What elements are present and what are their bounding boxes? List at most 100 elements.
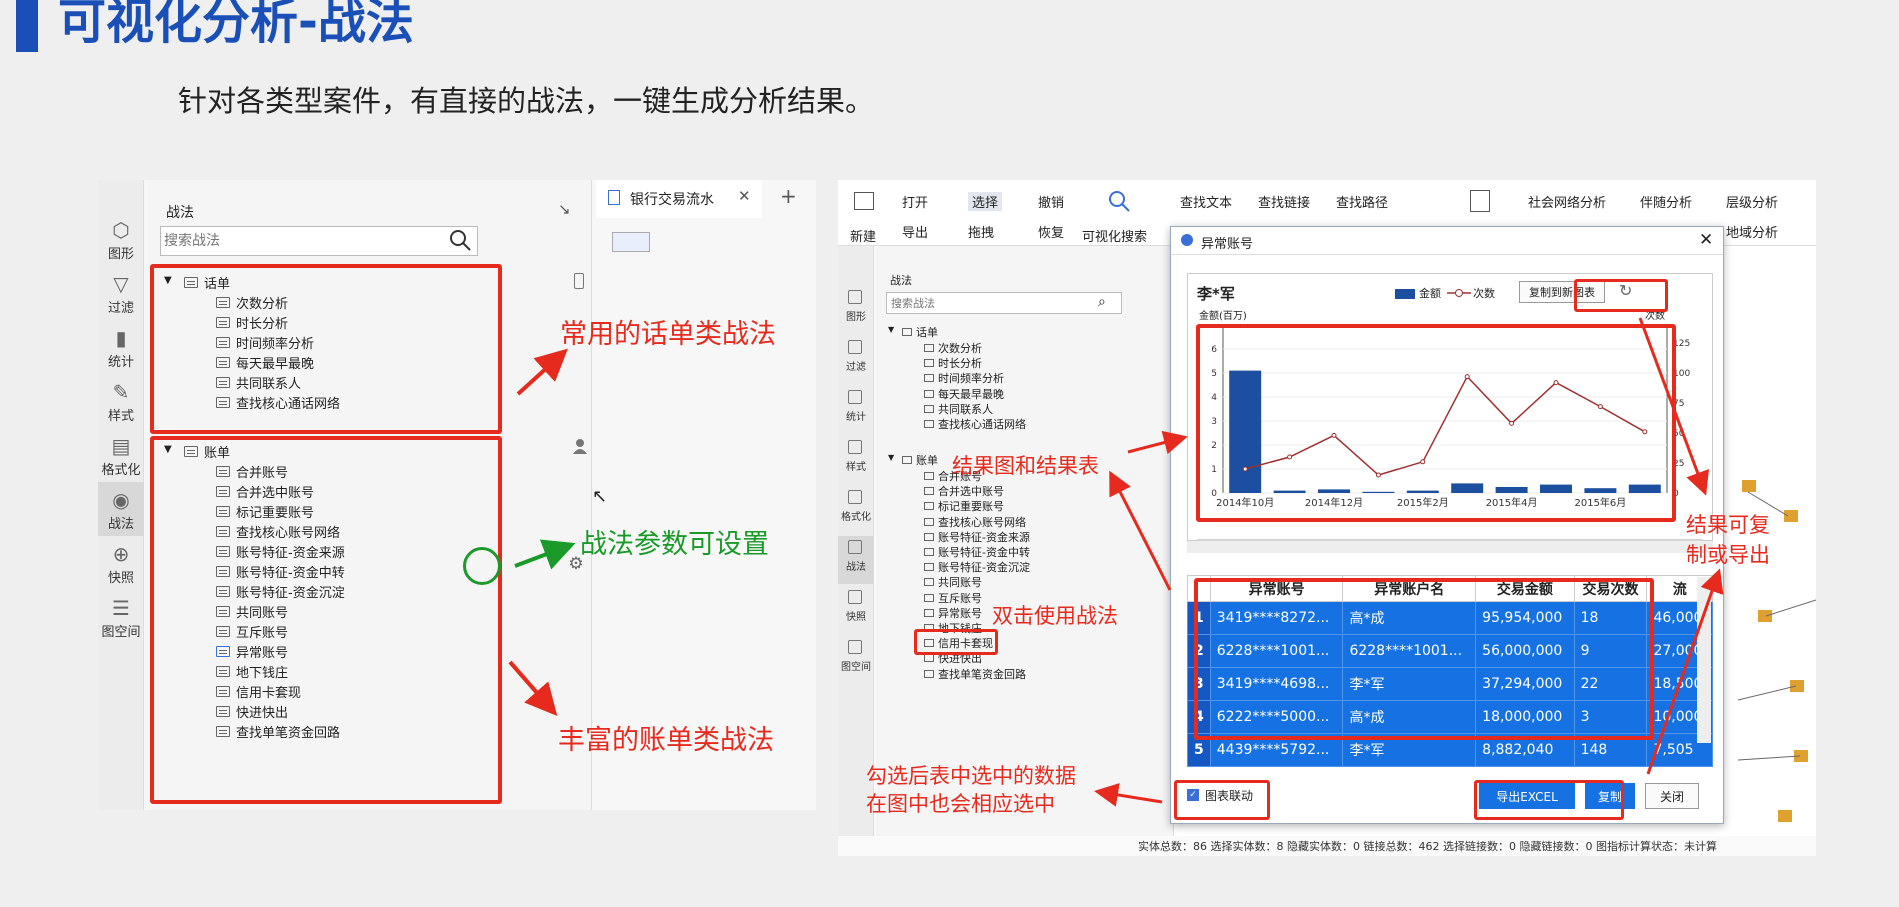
tree-item-label: 互斥账号 <box>938 591 982 605</box>
sidebar-item-label[interactable]: 快照 <box>98 567 144 586</box>
hierarchy-button[interactable]: 层级分析 <box>1726 192 1778 211</box>
right-sidebar-label[interactable]: 图形 <box>838 308 874 323</box>
shapes-icon[interactable]: ⬡ <box>111 218 131 242</box>
tactic-item-icon <box>924 487 934 496</box>
tactic-icon[interactable]: ◉ <box>111 488 131 512</box>
format-icon[interactable]: ▤ <box>111 434 131 458</box>
bar-chart-icon[interactable]: ▮ <box>111 326 131 350</box>
tree-group[interactable]: 话单 <box>902 324 938 340</box>
tree-group-label: 账单 <box>916 454 938 467</box>
drag-button[interactable]: 拖拽 <box>968 222 994 241</box>
canvas-area <box>596 180 816 810</box>
tree-item[interactable]: 每天最早最晚 <box>924 386 1004 402</box>
status-bar: 实体总数：86 选择实体数：8 隐藏实体数：0 链接总数：462 选择链接数：0… <box>1138 840 1717 853</box>
tree-item[interactable]: 标记重要账号 <box>924 498 1004 514</box>
open-button[interactable]: 打开 <box>902 192 928 211</box>
right-sidebar-icon[interactable] <box>848 590 862 604</box>
tactic-item-icon <box>924 344 934 352</box>
tactic-item-icon <box>924 608 934 617</box>
tree-item-label: 异常账号 <box>938 606 982 620</box>
right-sidebar-icon[interactable] <box>848 640 862 654</box>
tactic-item-icon <box>924 578 934 587</box>
right-sidebar-label[interactable]: 快照 <box>838 608 874 623</box>
tree-item[interactable]: 互斥账号 <box>924 590 982 606</box>
tactic-item-icon <box>924 563 934 572</box>
right-sidebar-label[interactable]: 格式化 <box>838 508 874 523</box>
new-icon[interactable] <box>854 192 874 210</box>
search-input[interactable] <box>164 230 434 252</box>
tactic-item-icon <box>924 532 934 541</box>
tree-item[interactable]: 共同账号 <box>924 574 982 590</box>
doc-icon <box>608 190 620 205</box>
find-link-button[interactable]: 查找链接 <box>1258 192 1310 211</box>
social-network-button[interactable]: 社会网络分析 <box>1528 192 1606 211</box>
companion-button[interactable]: 伴随分析 <box>1640 192 1692 211</box>
tree-item[interactable]: 时间频率分析 <box>924 370 1004 386</box>
find-text-button[interactable]: 查找文本 <box>1180 192 1232 211</box>
tactic-item-icon <box>924 420 934 428</box>
right-panel-title: 战法 <box>890 274 912 287</box>
redo-button[interactable]: 恢复 <box>1038 222 1064 241</box>
right-sidebar-label[interactable]: 战法 <box>838 558 874 573</box>
tactic-item-icon <box>924 548 934 556</box>
export-button[interactable]: 导出 <box>902 222 928 241</box>
right-sidebar-label[interactable]: 过滤 <box>838 358 874 373</box>
tree-item-label: 标记重要账号 <box>938 500 1004 514</box>
tactic-item-icon <box>924 359 934 368</box>
highlight-anomaly-item <box>914 629 998 655</box>
tree-group[interactable]: 账单 <box>902 452 938 468</box>
geo-button[interactable]: 地域分析 <box>1726 222 1778 241</box>
snapshot-icon[interactable]: ⊕ <box>111 542 131 566</box>
right-sidebar-label[interactable]: 统计 <box>838 408 874 423</box>
sidebar-item-label[interactable]: 格式化 <box>98 459 144 478</box>
doc-list-icon <box>902 456 912 464</box>
tree-item[interactable]: 合并选中账号 <box>924 483 1004 499</box>
tree-expand-icon[interactable]: ▼ <box>888 453 894 462</box>
tree-item-label: 次数分析 <box>938 342 982 355</box>
right-sidebar-icon[interactable] <box>848 540 862 554</box>
database-icon[interactable]: ☰ <box>111 596 131 620</box>
annotation-common-call: 常用的话单类战法 <box>560 319 776 350</box>
title-accent-bar <box>16 0 38 52</box>
tactic-item-icon <box>924 404 934 413</box>
tree-item-label: 时长分析 <box>938 357 982 371</box>
collapse-icon[interactable]: ↘ <box>558 200 571 218</box>
edit-icon[interactable]: ✎ <box>111 380 131 404</box>
tree-expand-icon[interactable]: ▼ <box>888 325 894 334</box>
panel-title: 战法 <box>166 205 194 221</box>
sidebar-item-label[interactable]: 过滤 <box>98 297 144 316</box>
select-button[interactable]: 选择 <box>968 192 1003 211</box>
sidebar-item-label[interactable]: 样式 <box>98 405 144 424</box>
right-sidebar-icon[interactable] <box>848 390 862 404</box>
add-tab-icon[interactable]: + <box>780 184 797 208</box>
find-path-button[interactable]: 查找路径 <box>1336 192 1388 211</box>
right-sidebar-icon[interactable] <box>848 490 862 504</box>
undo-button[interactable]: 撤销 <box>1038 192 1064 211</box>
tree-item[interactable]: 时长分析 <box>924 355 982 371</box>
right-sidebar-icon[interactable] <box>848 290 862 304</box>
annotation-params: 战法参数可设置 <box>580 529 769 560</box>
sidebar-item-label[interactable]: 统计 <box>98 351 144 370</box>
sidebar-item-label[interactable]: 战法 <box>98 513 144 532</box>
right-sidebar-icon[interactable] <box>848 440 862 454</box>
right-sidebar-icon[interactable] <box>848 340 862 354</box>
tactic-item-icon <box>924 517 934 526</box>
tree-item-label: 共同账号 <box>938 576 982 590</box>
filter-icon[interactable]: ▽ <box>111 272 131 296</box>
tactic-item-icon <box>924 654 934 663</box>
sidebar-item-label[interactable]: 图形 <box>98 243 144 262</box>
right-sidebar-label[interactable]: 图空间 <box>838 658 874 673</box>
tree-item[interactable]: 共同联系人 <box>924 401 993 417</box>
annotation-rich-bill: 丰富的账单类战法 <box>558 725 774 756</box>
search-icon[interactable] <box>448 228 472 252</box>
sidebar-item-label[interactable]: 图空间 <box>98 621 144 640</box>
tree-item[interactable]: 次数分析 <box>924 340 982 356</box>
tree-group-label: 话单 <box>916 326 938 339</box>
view-toggle-icon[interactable] <box>612 232 650 252</box>
tab-close-icon[interactable]: ✕ <box>738 187 751 205</box>
tree-item[interactable]: 异常账号 <box>924 605 982 621</box>
right-sidebar-label[interactable]: 样式 <box>838 458 874 473</box>
tree-item-label: 时间频率分析 <box>938 372 1004 386</box>
cursor-icon: ↖ <box>592 486 608 507</box>
new-button[interactable]: 新建 <box>850 226 876 245</box>
